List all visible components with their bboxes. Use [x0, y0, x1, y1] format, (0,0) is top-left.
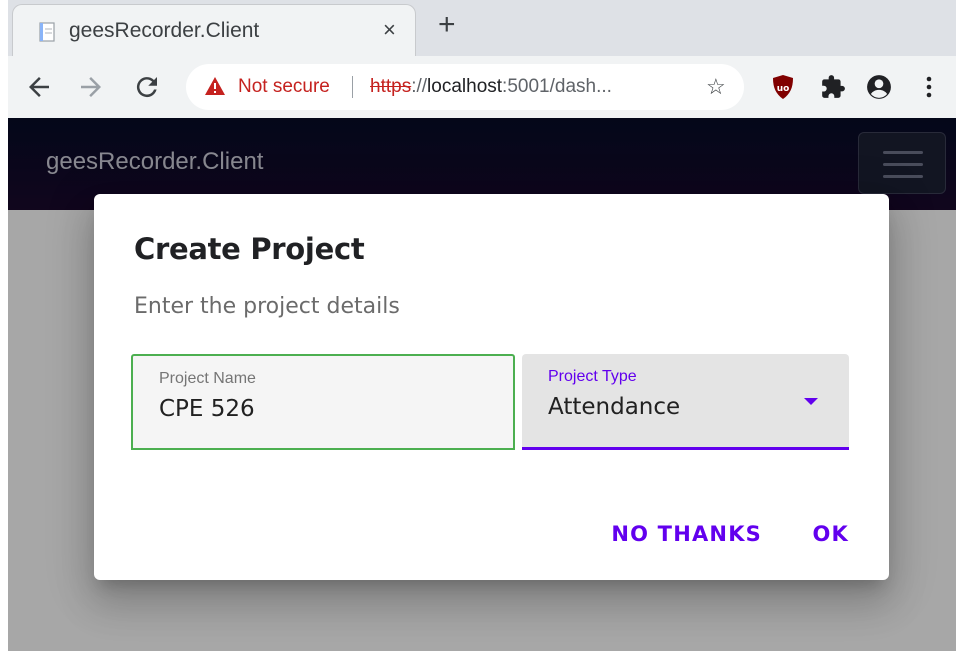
- app-viewport: geesRecorder.Client Create Project Enter…: [8, 118, 956, 651]
- ok-button[interactable]: OK: [812, 522, 849, 546]
- project-type-label: Project Type: [548, 368, 637, 385]
- no-thanks-button[interactable]: NO THANKS: [611, 522, 762, 546]
- project-type-select[interactable]: Project Type Attendance: [522, 354, 849, 450]
- url-separator: ://: [411, 76, 428, 97]
- url-text[interactable]: https://localhost:5001/dash...: [370, 76, 612, 98]
- security-label[interactable]: Not secure: [238, 76, 330, 98]
- divider: [352, 76, 353, 98]
- project-name-field[interactable]: Project Name CPE 526: [131, 354, 515, 450]
- ublock-origin-icon[interactable]: uo: [770, 74, 796, 100]
- tab-title: geesRecorder.Client: [69, 19, 260, 42]
- tab-strip: geesRecorder.Client × +: [8, 0, 956, 56]
- warning-icon[interactable]: [204, 76, 226, 96]
- dialog-description: Enter the project details: [134, 294, 400, 319]
- bookmark-star-icon[interactable]: ☆: [706, 74, 726, 100]
- more-vertical-icon[interactable]: [922, 74, 936, 100]
- dropdown-arrow-icon[interactable]: [804, 398, 818, 405]
- account-avatar-icon[interactable]: [866, 74, 892, 100]
- browser-tab[interactable]: geesRecorder.Client ×: [12, 4, 416, 56]
- browser-window: geesRecorder.Client × + Not secure https…: [8, 0, 956, 651]
- url-path: :5001/dash...: [502, 76, 612, 97]
- dialog-title: Create Project: [134, 232, 365, 266]
- extensions-puzzle-icon[interactable]: [820, 74, 846, 100]
- dialog-actions: NO THANKS OK: [565, 522, 849, 546]
- address-bar[interactable]: Not secure https://localhost:5001/dash..…: [186, 64, 744, 110]
- svg-text:uo: uo: [777, 84, 790, 94]
- url-scheme: https: [370, 76, 412, 97]
- url-host: localhost: [427, 76, 503, 97]
- create-project-dialog: Create Project Enter the project details…: [94, 194, 889, 580]
- page-icon: [39, 22, 55, 42]
- reload-icon[interactable]: [132, 72, 162, 102]
- arrow-left-icon[interactable]: [24, 72, 54, 102]
- new-tab-button[interactable]: +: [438, 10, 456, 40]
- project-type-value[interactable]: Attendance: [548, 394, 680, 420]
- project-name-input[interactable]: CPE 526: [159, 396, 255, 422]
- arrow-right-icon[interactable]: [76, 72, 106, 102]
- close-tab-icon[interactable]: ×: [383, 18, 396, 42]
- browser-toolbar: Not secure https://localhost:5001/dash..…: [8, 56, 956, 118]
- project-name-label: Project Name: [159, 370, 256, 387]
